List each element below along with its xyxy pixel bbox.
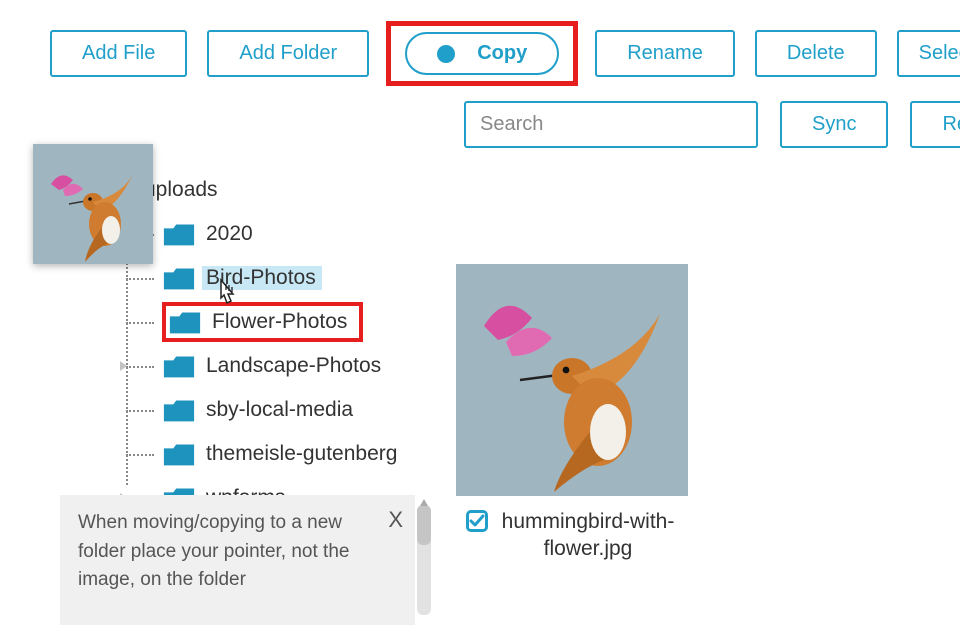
- pointer-cursor-icon: [214, 278, 242, 313]
- tree-item-label: Landscape-Photos: [202, 354, 381, 378]
- search-input[interactable]: [464, 101, 758, 148]
- add-file-button[interactable]: Add File: [50, 30, 187, 77]
- drag-thumbnail: [33, 144, 153, 264]
- tree-item-uploads[interactable]: uploads: [50, 168, 960, 212]
- file-thumbnail[interactable]: [456, 264, 688, 496]
- regenerate-button[interactable]: Regene: [910, 101, 960, 148]
- scroll-up-arrow-icon[interactable]: [420, 499, 428, 506]
- tree-item-label: 2020: [202, 222, 253, 246]
- help-panel: X When moving/copying to a new folder pl…: [60, 495, 415, 625]
- folder-icon: [162, 220, 196, 248]
- file-name: hummingbird-with-flower.jpg: [498, 508, 678, 563]
- copy-button[interactable]: Copy: [405, 32, 559, 75]
- file-card[interactable]: hummingbird-with-flower.jpg: [456, 264, 688, 563]
- folder-icon: [162, 264, 196, 292]
- file-caption: hummingbird-with-flower.jpg: [456, 508, 688, 563]
- copy-highlight: Copy: [389, 24, 575, 83]
- scrollbar-track[interactable]: [417, 505, 431, 615]
- toolbar: Add File Add Folder Copy Rename Delete S…: [50, 24, 960, 83]
- folder-icon: [162, 396, 196, 424]
- add-folder-button[interactable]: Add Folder: [207, 30, 369, 77]
- dot-icon: [437, 45, 455, 63]
- close-icon[interactable]: X: [388, 503, 403, 536]
- tree-item-label: sby-local-media: [202, 398, 353, 422]
- rename-button[interactable]: Rename: [595, 30, 735, 77]
- sync-button[interactable]: Sync: [780, 101, 888, 148]
- tree-item-label: Flower-Photos: [208, 310, 347, 334]
- tree-item-2020[interactable]: 2020: [50, 212, 960, 256]
- folder-icon: [162, 352, 196, 380]
- drop-target-highlight: Flower-Photos: [162, 302, 363, 342]
- help-text: When moving/copying to a new folder plac…: [78, 512, 349, 590]
- tree-item-label: themeisle-gutenberg: [202, 442, 397, 466]
- check-icon: [469, 513, 485, 529]
- folder-icon: [168, 308, 202, 336]
- copy-button-label: Copy: [477, 42, 527, 65]
- delete-button[interactable]: Delete: [755, 30, 877, 77]
- select-unselect-button[interactable]: Select/Uns: [897, 30, 960, 77]
- file-checkbox[interactable]: [466, 510, 488, 532]
- folder-icon: [162, 440, 196, 468]
- scrollbar-thumb[interactable]: [417, 505, 431, 545]
- second-toolbar: Sync Regene: [464, 101, 960, 148]
